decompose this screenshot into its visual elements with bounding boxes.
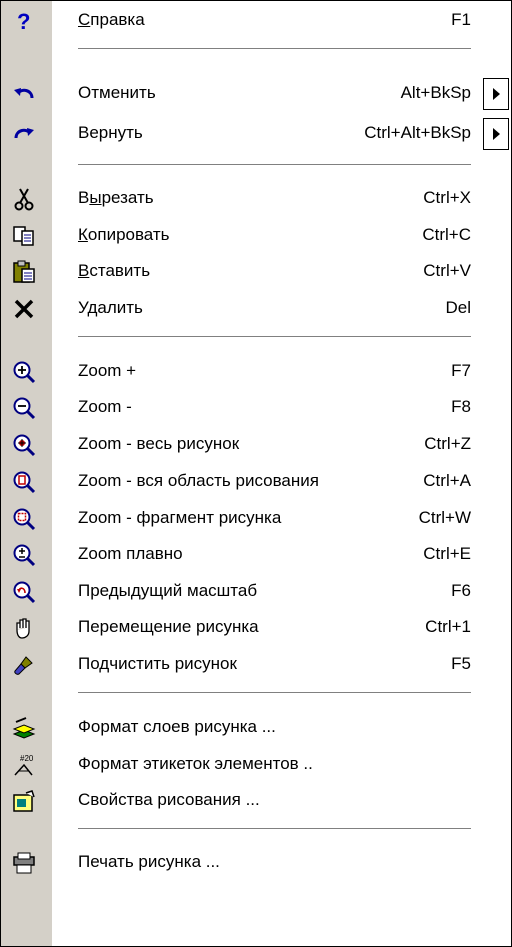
menu-separator	[78, 692, 471, 694]
zoom-area-icon	[11, 470, 37, 494]
menu-item-shortcut: Ctrl+E	[423, 544, 471, 563]
chevron-right-icon	[492, 128, 500, 140]
menu-item-label: Удалить	[78, 298, 143, 317]
menu-item-label: Вернуть	[78, 123, 143, 142]
help-question-icon: ?	[11, 9, 37, 33]
zoom-out-icon	[11, 396, 37, 420]
menu-item-shortcut: Ctrl+A	[423, 471, 471, 490]
menu-separator	[78, 164, 471, 166]
zoom-smooth-icon	[11, 543, 37, 567]
menu-item-shortcut: Ctrl+W	[418, 508, 471, 527]
brush-clean-icon	[11, 653, 37, 677]
menu-separator	[78, 48, 471, 50]
menu-item-shortcut: Ctrl+Z	[424, 434, 471, 453]
zoom-previous-icon	[11, 580, 37, 604]
menu-item-label: Перемещение рисунка	[78, 617, 259, 636]
menu-item-zoom-fragment[interactable]: Zoom - фрагмент рисунка Ctrl+W	[1, 501, 511, 537]
menu-item-shortcut: Alt+BkSp	[400, 83, 471, 102]
menu-item-shortcut: F6	[451, 581, 471, 600]
copy-icon	[11, 224, 37, 248]
menu-item-label: Справка	[78, 10, 145, 29]
labels-format-icon: #20	[11, 753, 37, 777]
scissors-icon	[11, 187, 37, 211]
menu-item-shortcut: Ctrl+V	[423, 261, 471, 280]
menu-item-shortcut: Ctrl+X	[423, 188, 471, 207]
menu-item-layers-format[interactable]: Формат слоев рисунка ...	[1, 710, 511, 746]
menu-item-label: Подчистить рисунок	[78, 654, 237, 673]
undo-icon	[11, 82, 37, 106]
menu-item-label: Вставить	[78, 261, 151, 280]
menu-item-label: Zoom - фрагмент рисунка	[78, 508, 282, 527]
menu-item-label: Zoom плавно	[78, 544, 183, 563]
menu-item-cut[interactable]: Вырезать Ctrl+X	[1, 181, 511, 217]
context-menu: ? Справка F1 Отменить Alt+BkSp Вернуть C…	[0, 0, 512, 947]
zoom-fragment-icon	[11, 507, 37, 531]
menu-item-zoom-smooth[interactable]: Zoom плавно Ctrl+E	[1, 537, 511, 573]
menu-item-zoom-all[interactable]: Zoom - весь рисунок Ctrl+Z	[1, 427, 511, 463]
menu-item-undo[interactable]: Отменить Alt+BkSp	[1, 76, 511, 112]
drawing-properties-icon	[11, 789, 37, 813]
menu-item-labels-format[interactable]: #20 Формат этикеток элементов ..	[1, 747, 511, 783]
menu-item-shortcut: F1	[451, 10, 471, 29]
menu-item-zoom-in[interactable]: Zoom + F7	[1, 354, 511, 390]
menu-item-zoom-previous[interactable]: Предыдущий масштаб F6	[1, 574, 511, 610]
menu-item-paste[interactable]: Вставить Ctrl+V	[1, 254, 511, 290]
menu-item-label: Zoom - вся область рисования	[78, 471, 319, 490]
menu-item-label: Копировать	[78, 225, 170, 244]
menu-item-zoom-area[interactable]: Zoom - вся область рисования Ctrl+A	[1, 464, 511, 500]
submenu-arrow-button[interactable]	[483, 118, 509, 150]
menu-item-shortcut: F8	[451, 397, 471, 416]
menu-separator	[78, 828, 471, 830]
print-icon	[11, 851, 37, 875]
menu-item-shortcut: F7	[451, 361, 471, 380]
menu-item-label: Вырезать	[78, 188, 154, 207]
menu-item-shortcut: F5	[451, 654, 471, 673]
menu-item-label: Свойства рисования ...	[78, 790, 260, 809]
chevron-right-icon	[492, 88, 500, 100]
menu-item-shortcut: Ctrl+1	[425, 617, 471, 636]
submenu-arrow-button[interactable]	[483, 78, 509, 110]
menu-item-delete[interactable]: Удалить Del	[1, 291, 511, 327]
svg-text:#20: #20	[20, 754, 34, 763]
zoom-all-icon	[11, 433, 37, 457]
menu-item-drawing-properties[interactable]: Свойства рисования ...	[1, 783, 511, 819]
menu-item-copy[interactable]: Копировать Ctrl+C	[1, 218, 511, 254]
paste-icon	[11, 260, 37, 284]
menu-item-pan[interactable]: Перемещение рисунка Ctrl+1	[1, 610, 511, 646]
menu-item-label: Zoom -	[78, 397, 132, 416]
menu-item-label: Zoom +	[78, 361, 137, 380]
redo-icon	[11, 122, 37, 146]
menu-item-label: Отменить	[78, 83, 156, 102]
svg-text:?: ?	[17, 9, 30, 33]
menu-item-shortcut: Ctrl+Alt+BkSp	[364, 123, 471, 142]
menu-item-clean[interactable]: Подчистить рисунок F5	[1, 647, 511, 683]
menu-item-help[interactable]: ? Справка F1	[1, 3, 511, 39]
delete-x-icon	[11, 297, 37, 321]
layers-format-icon	[11, 716, 37, 740]
menu-item-label: Формат слоев рисунка ...	[78, 717, 276, 736]
menu-separator	[78, 336, 471, 338]
menu-item-label: Zoom - весь рисунок	[78, 434, 240, 453]
menu-item-zoom-out[interactable]: Zoom - F8	[1, 390, 511, 426]
hand-pan-icon	[11, 616, 37, 640]
menu-item-label: Формат этикеток элементов ..	[78, 754, 313, 773]
menu-item-label: Печать рисунка ...	[78, 852, 220, 871]
menu-item-shortcut: Ctrl+C	[422, 225, 471, 244]
menu-item-redo[interactable]: Вернуть Ctrl+Alt+BkSp	[1, 116, 511, 152]
zoom-in-icon	[11, 360, 37, 384]
menu-item-print[interactable]: Печать рисунка ...	[1, 845, 511, 881]
menu-item-label: Предыдущий масштаб	[78, 581, 258, 600]
menu-item-shortcut: Del	[445, 298, 471, 317]
